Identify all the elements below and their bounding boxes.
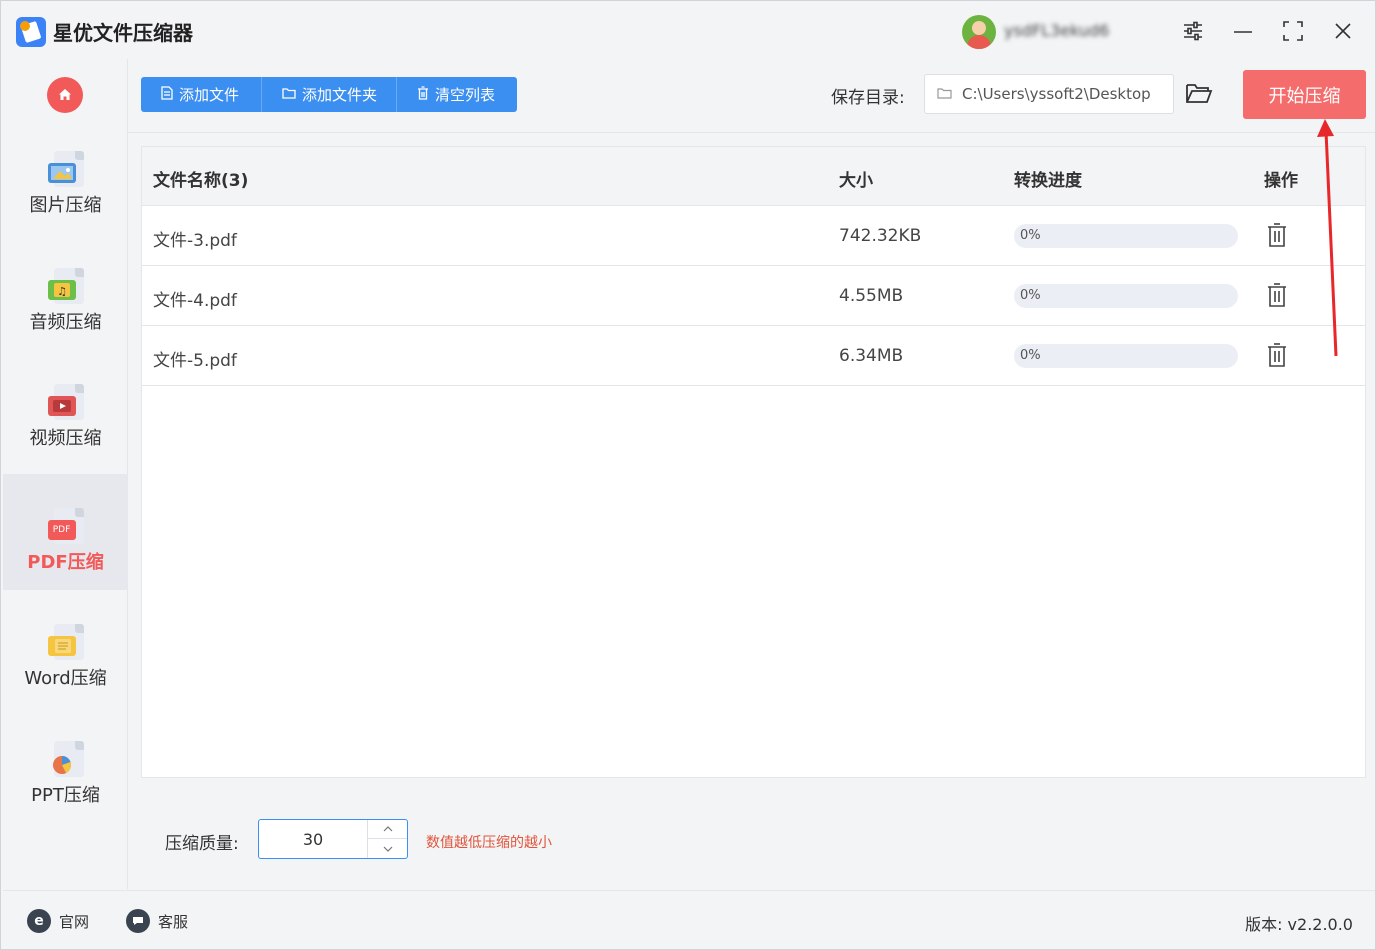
sidebar-item-label: PDF压缩 bbox=[27, 552, 104, 573]
header-name: 文件名称(3) bbox=[153, 171, 249, 191]
document-icon bbox=[161, 85, 173, 104]
pdf-file-icon: PDF bbox=[47, 506, 84, 546]
quality-label: 压缩质量: bbox=[165, 834, 239, 854]
app-window: 星优文件压缩器 ysdFL3ekud6 图片压缩 ♫ 音频压缩 视频压缩 PDF… bbox=[0, 0, 1376, 950]
toolbar: 添加文件 添加文件夹 清空列表 保存目录: C:\Users\yssoft2\D… bbox=[128, 59, 1375, 133]
file-size: 6.34MB bbox=[839, 346, 904, 366]
website-link[interactable]: e 官网 bbox=[27, 909, 89, 933]
file-name: 文件-4.pdf bbox=[153, 291, 237, 311]
add-folder-label: 添加文件夹 bbox=[302, 86, 378, 104]
increase-chevron-up-icon[interactable] bbox=[367, 820, 407, 839]
website-label: 官网 bbox=[59, 912, 90, 931]
maximize-icon[interactable] bbox=[1280, 18, 1306, 44]
add-file-label: 添加文件 bbox=[179, 86, 240, 104]
ie-browser-icon: e bbox=[27, 909, 51, 933]
sidebar: 图片压缩 ♫ 音频压缩 视频压缩 PDF PDF压缩 Word压缩 PPT压缩 bbox=[3, 59, 128, 889]
sidebar-item-label: 音频压缩 bbox=[29, 312, 102, 333]
settings-sliders-icon[interactable] bbox=[1180, 18, 1206, 44]
support-label: 客服 bbox=[158, 912, 189, 931]
browse-folder-icon[interactable] bbox=[1185, 81, 1213, 109]
delete-row-icon[interactable] bbox=[1266, 282, 1288, 308]
pdf-badge-label: PDF bbox=[52, 525, 71, 535]
delete-row-icon[interactable] bbox=[1266, 222, 1288, 248]
image-file-icon bbox=[47, 149, 84, 189]
progress-bar: 0% bbox=[1014, 344, 1238, 368]
clear-list-label: 清空列表 bbox=[435, 86, 496, 104]
sidebar-item-label: 图片压缩 bbox=[29, 195, 102, 216]
decrease-chevron-down-icon[interactable] bbox=[367, 839, 407, 858]
version-text: 版本: v2.2.0.0 bbox=[1245, 915, 1353, 934]
sidebar-item-label: PPT压缩 bbox=[31, 785, 100, 806]
save-dir-label: 保存目录: bbox=[831, 88, 905, 108]
quality-stepper: 30 bbox=[258, 819, 408, 859]
sidebar-item-video[interactable]: 视频压缩 bbox=[3, 350, 128, 466]
sidebar-item-label: 视频压缩 bbox=[29, 428, 102, 449]
quality-hint: 数值越低压缩的越小 bbox=[426, 835, 552, 851]
table-row: 文件-3.pdf 742.32KB 0% bbox=[142, 206, 1365, 266]
table-row: 文件-5.pdf 6.34MB 0% bbox=[142, 326, 1365, 386]
file-size: 742.32KB bbox=[839, 226, 922, 246]
start-compress-button[interactable]: 开始压缩 bbox=[1243, 70, 1366, 119]
file-table: 文件名称(3) 大小 转换进度 操作 文件-3.pdf 742.32KB 0% … bbox=[141, 146, 1366, 778]
quality-panel: 压缩质量: 30 数值越低压缩的越小 bbox=[128, 791, 1375, 889]
minimize-icon[interactable] bbox=[1230, 18, 1256, 44]
title-bar: 星优文件压缩器 ysdFL3ekud6 bbox=[1, 1, 1375, 59]
add-folder-button[interactable]: 添加文件夹 bbox=[262, 77, 397, 112]
user-avatar[interactable] bbox=[962, 15, 996, 49]
footer: e 官网 客服 版本: v2.2.0.0 bbox=[3, 890, 1375, 949]
chat-bubble-icon bbox=[126, 909, 150, 933]
progress-text: 0% bbox=[1020, 348, 1041, 363]
close-icon[interactable] bbox=[1330, 18, 1356, 44]
app-logo-icon bbox=[16, 17, 46, 47]
file-size: 4.55MB bbox=[839, 286, 904, 306]
folder-outline-icon bbox=[937, 85, 952, 103]
user-name[interactable]: ysdFL3ekud6 bbox=[1004, 21, 1154, 43]
video-file-icon bbox=[47, 382, 84, 422]
table-header: 文件名称(3) 大小 转换进度 操作 bbox=[142, 147, 1365, 206]
audio-file-icon: ♫ bbox=[47, 266, 84, 306]
sidebar-item-pdf[interactable]: PDF PDF压缩 bbox=[3, 474, 128, 590]
sidebar-item-label: Word压缩 bbox=[24, 668, 107, 689]
progress-text: 0% bbox=[1020, 228, 1041, 243]
sidebar-item-image[interactable]: 图片压缩 bbox=[3, 117, 128, 233]
clear-list-button[interactable]: 清空列表 bbox=[397, 77, 517, 112]
header-size: 大小 bbox=[839, 171, 873, 191]
progress-text: 0% bbox=[1020, 288, 1041, 303]
svg-text:♫: ♫ bbox=[57, 285, 67, 298]
delete-row-icon[interactable] bbox=[1266, 342, 1288, 368]
sidebar-item-word[interactable]: Word压缩 bbox=[3, 590, 128, 706]
file-button-group: 添加文件 添加文件夹 清空列表 bbox=[141, 77, 517, 112]
add-file-button[interactable]: 添加文件 bbox=[141, 77, 262, 112]
header-action: 操作 bbox=[1264, 171, 1298, 191]
ppt-file-icon bbox=[48, 739, 84, 779]
word-file-icon bbox=[47, 622, 84, 662]
folder-icon bbox=[282, 87, 296, 103]
save-dir-input[interactable]: C:\Users\yssoft2\Desktop bbox=[924, 74, 1174, 114]
app-title: 星优文件压缩器 bbox=[53, 21, 193, 45]
save-dir-value: C:\Users\yssoft2\Desktop bbox=[962, 85, 1151, 103]
home-icon bbox=[59, 89, 71, 100]
support-link[interactable]: 客服 bbox=[126, 909, 188, 933]
sidebar-item-audio[interactable]: ♫ 音频压缩 bbox=[3, 234, 128, 350]
home-button[interactable] bbox=[47, 77, 83, 113]
sidebar-item-ppt[interactable]: PPT压缩 bbox=[3, 707, 128, 823]
header-progress: 转换进度 bbox=[1014, 171, 1082, 191]
trash-icon bbox=[417, 85, 429, 104]
file-name: 文件-5.pdf bbox=[153, 351, 237, 371]
table-row: 文件-4.pdf 4.55MB 0% bbox=[142, 266, 1365, 326]
progress-bar: 0% bbox=[1014, 284, 1238, 308]
quality-input[interactable]: 30 bbox=[259, 820, 367, 858]
file-name: 文件-3.pdf bbox=[153, 231, 237, 251]
progress-bar: 0% bbox=[1014, 224, 1238, 248]
